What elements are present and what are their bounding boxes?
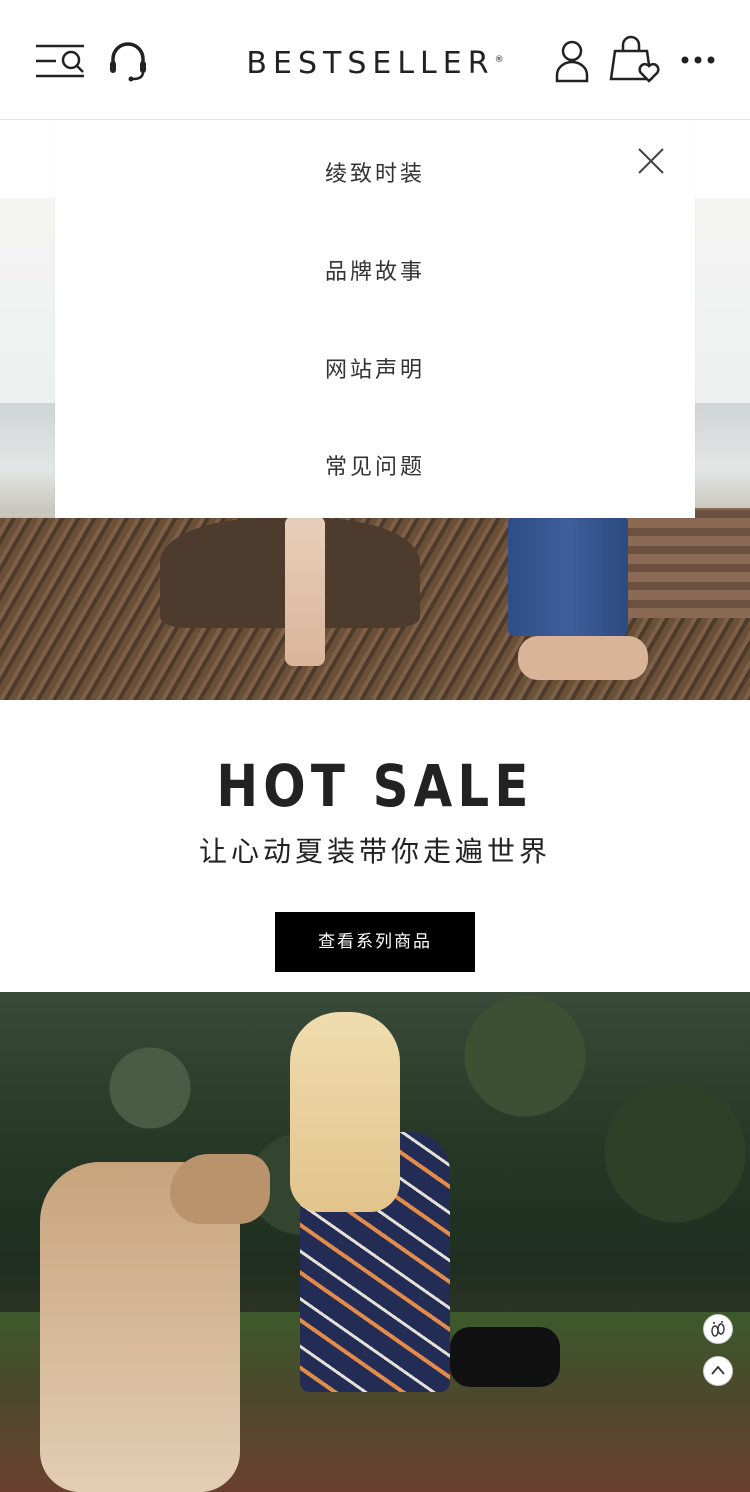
account-button[interactable] [552, 38, 592, 84]
banner-model-shoes [450, 1327, 560, 1387]
hot-sale-title: HOT SALE [216, 752, 534, 820]
footprint-icon [711, 1321, 725, 1337]
hero-model-feet [518, 636, 648, 680]
logo-registered-mark: ® [494, 55, 504, 65]
more-dots-icon [681, 56, 715, 64]
view-collection-button[interactable]: 查看系列商品 [275, 912, 475, 972]
brand-logo[interactable]: BESTSELLER® [200, 40, 550, 81]
menu-item-faq[interactable]: 常见问题 [55, 438, 695, 498]
back-to-top-button[interactable] [703, 1356, 733, 1386]
menu-item-site-statement[interactable]: 网站声明 [55, 341, 695, 401]
chevron-up-icon [711, 1365, 725, 1375]
hot-sale-subtitle: 让心动夏装带你走遍世界 [198, 835, 551, 868]
browsing-history-button[interactable] [703, 1314, 733, 1344]
menu-item-company[interactable]: 绫致时装 [55, 145, 695, 205]
hero-model-jeans [508, 516, 628, 636]
more-options-button[interactable] [676, 46, 720, 74]
hot-sale-section: HOT SALE 让心动夏装带你走遍世界 查看系列商品 [0, 700, 750, 992]
menu-search-icon [36, 44, 84, 78]
menu-item-brand-story[interactable]: 品牌故事 [55, 243, 695, 303]
collection-banner-image[interactable] [0, 992, 750, 1492]
customer-service-button[interactable] [104, 38, 152, 84]
hero-rocks [620, 508, 750, 618]
close-icon [638, 148, 664, 174]
hero-model-legs [285, 516, 325, 666]
logo-text: BESTSELLER [246, 46, 495, 81]
site-header: BESTSELLER® [0, 0, 750, 120]
banner-model-hair [290, 1012, 400, 1212]
banner-kangaroo-head [170, 1154, 270, 1224]
user-icon [555, 40, 589, 83]
menu-search-button[interactable] [32, 40, 88, 82]
close-menu-button[interactable] [633, 143, 669, 179]
shopping-bag-button[interactable] [606, 34, 662, 86]
menu-dropdown-panel: 绫致时装 品牌故事 网站声明 常见问题 [55, 121, 695, 518]
shopping-bag-heart-icon [609, 35, 660, 83]
headset-icon [110, 42, 146, 82]
